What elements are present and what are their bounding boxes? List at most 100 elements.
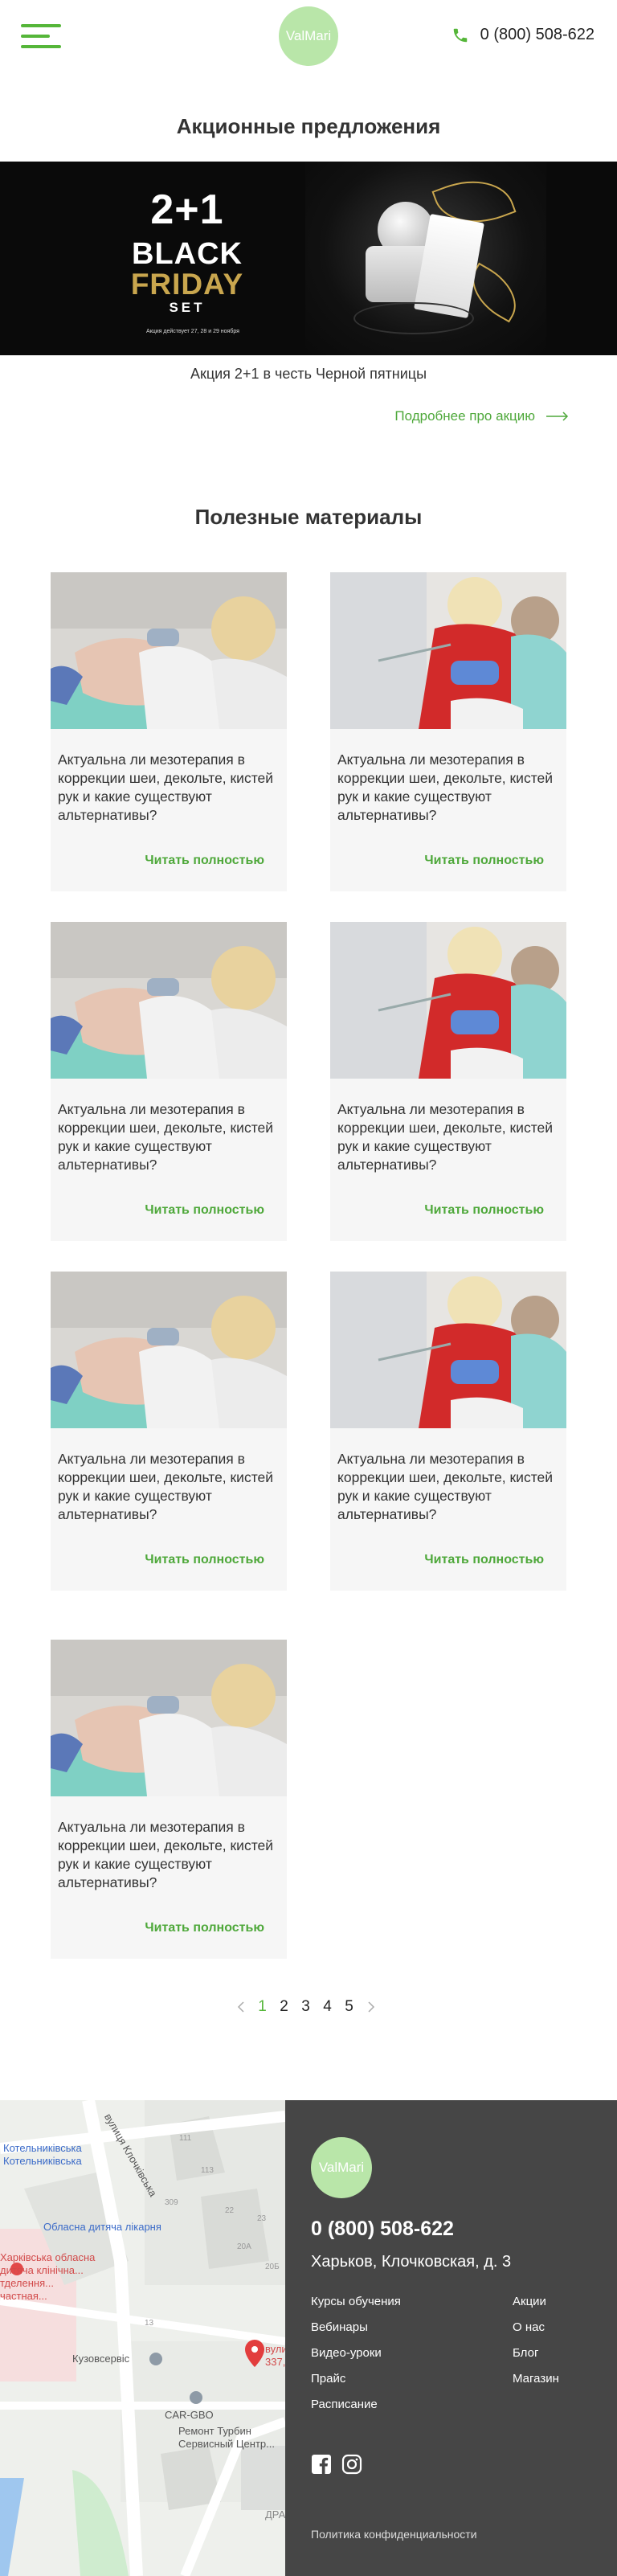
privacy-policy-link[interactable]: Политика конфиденциальности (311, 2528, 477, 2541)
read-more-link[interactable]: Читать полностью (145, 1921, 264, 1935)
article-card[interactable]: Актуальна ли мезотерапия в коррекции шеи… (330, 572, 566, 891)
banner-2plus1: 2+1 (150, 186, 224, 233)
promo-caption: Акция 2+1 в честь Черной пятницы (190, 366, 427, 382)
article-image[interactable] (51, 1640, 287, 1796)
article-photo-mesotherapy-procedure (330, 922, 566, 1079)
article-card[interactable]: Актуальна ли мезотерапия в коррекции шеи… (330, 922, 566, 1241)
prev-page-button[interactable] (230, 1996, 251, 2018)
footer-link-price[interactable]: Прайс (311, 2372, 345, 2386)
location-map[interactable]: 111 113 309 22 23 20А 20Б 13 вулиця Клоч… (0, 2100, 285, 2576)
article-photo-mesotherapy-patient (51, 1272, 287, 1428)
site-header: ValMari 0 (800) 508-622 (0, 0, 617, 74)
footer-link-webinars[interactable]: Вебинары (311, 2320, 368, 2334)
instagram-icon[interactable] (341, 2454, 362, 2475)
materials-section-title: Полезные материалы (194, 505, 423, 529)
map-place-label: частная... (0, 2290, 47, 2302)
page-1[interactable]: 1 (251, 1998, 273, 2016)
map-number: 20А (237, 2242, 251, 2251)
map-place-label: тделення... (0, 2277, 54, 2289)
arrow-right-icon (546, 412, 569, 421)
map-place-label: вули (265, 2343, 285, 2355)
article-card[interactable]: Актуальна ли мезотерапия в коррекции шеи… (51, 1272, 287, 1591)
footer-phone[interactable]: 0 (800) 508-622 (311, 2218, 454, 2241)
map-number: 113 (201, 2166, 214, 2175)
article-image[interactable] (51, 922, 287, 1079)
page-4[interactable]: 4 (317, 1998, 338, 2016)
article-title: Актуальна ли мезотерапия в коррекции шеи… (58, 752, 274, 823)
map-place-label: CAR-GBO (165, 2409, 214, 2421)
read-more-link[interactable]: Читать полностью (424, 854, 544, 868)
footer-link-schedule[interactable]: Расписание (311, 2398, 378, 2411)
article-title: Актуальна ли мезотерапия в коррекции шеи… (337, 1101, 554, 1173)
read-more-link[interactable]: Читать полностью (145, 854, 264, 868)
article-card[interactable]: Актуальна ли мезотерапия в коррекции шеи… (51, 922, 287, 1241)
map-number: 309 (165, 2198, 178, 2207)
article-card[interactable]: Актуальна ли мезотерапия в коррекции шеи… (330, 1272, 566, 1591)
map-place-label: Обласна дитяча лікарня (43, 2221, 161, 2233)
article-title: Актуальна ли мезотерапия в коррекции шеи… (58, 1451, 274, 1522)
footer-logo[interactable]: ValMari (311, 2137, 372, 2198)
promo-more-link[interactable]: Подробнее про акцию (394, 408, 569, 424)
promo-banner[interactable]: 2+1 BLACK FRIDAY SET Акция действует 27,… (0, 162, 617, 355)
map-number: 23 (257, 2214, 267, 2223)
map-number: 13 (145, 2319, 154, 2328)
map-number: 20Б (265, 2263, 280, 2271)
footer-address: Харьков, Клочковская, д. 3 (311, 2253, 512, 2271)
read-more-link[interactable]: Читать полностью (145, 1553, 264, 1567)
footer-link-blog[interactable]: Блог (513, 2346, 538, 2360)
map-place-label: дитяча клінічна... (0, 2264, 84, 2276)
article-photo-mesotherapy-patient (51, 922, 287, 1079)
promo-more-label: Подробнее про акцию (394, 408, 535, 424)
promo-section-title: Акционные предложения (176, 114, 441, 138)
article-image[interactable] (51, 572, 287, 729)
footer-link-courses[interactable]: Курсы обучения (311, 2295, 401, 2308)
next-page-button[interactable] (360, 1996, 382, 2018)
phone-number: 0 (800) 508-622 (480, 26, 595, 43)
chevron-right-icon (367, 2001, 374, 2013)
read-more-link[interactable]: Читать полностью (424, 1203, 544, 1218)
article-card[interactable]: Актуальна ли мезотерапия в коррекции шеи… (51, 1640, 287, 1959)
article-photo-mesotherapy-procedure (330, 572, 566, 729)
article-title: Актуальна ли мезотерапия в коррекции шеи… (337, 1451, 554, 1522)
article-photo-mesotherapy-patient (51, 572, 287, 729)
page-5[interactable]: 5 (338, 1998, 360, 2016)
banner-friday: FRIDAY (130, 268, 244, 301)
product-stand (353, 302, 474, 334)
map-number: 111 (179, 2134, 192, 2143)
phone-icon (453, 28, 467, 42)
banner-black: BLACK (132, 237, 243, 271)
article-image[interactable] (330, 1272, 566, 1428)
footer-link-promotions[interactable]: Акции (513, 2295, 546, 2308)
footer-panel: ValMari 0 (800) 508-622 Харьков, Клочков… (285, 2100, 617, 2576)
article-card[interactable]: Актуальна ли мезотерапия в коррекции шеи… (51, 572, 287, 891)
page-3[interactable]: 3 (295, 1998, 317, 2016)
footer-link-video-lessons[interactable]: Видео-уроки (311, 2346, 382, 2360)
map-number: 22 (225, 2206, 235, 2215)
read-more-link[interactable]: Читать полностью (424, 1553, 544, 1567)
article-title: Актуальна ли мезотерапия в коррекции шеи… (58, 1819, 274, 1890)
logo-text: ValMari (285, 28, 332, 43)
footer-link-about[interactable]: О нас (513, 2320, 545, 2334)
map-place-label: 337, (265, 2356, 285, 2368)
site-footer: 111 113 309 22 23 20А 20Б 13 вулиця Клоч… (0, 2100, 617, 2576)
footer-link-shop[interactable]: Магазин (513, 2372, 559, 2386)
header-phone[interactable]: 0 (800) 508-622 (452, 26, 595, 44)
read-more-link[interactable]: Читать полностью (145, 1203, 264, 1218)
article-image[interactable] (330, 922, 566, 1079)
logo[interactable]: ValMari (279, 6, 338, 66)
map-street-label: Котельниківська (3, 2155, 82, 2167)
map-place-label: Кузовсервіс (72, 2353, 130, 2365)
map-place-label: Сервисный Центр... (178, 2438, 275, 2450)
pagination: 1 2 3 4 5 (230, 1996, 382, 2018)
map-place-label: Ремонт Турбин (178, 2425, 251, 2437)
map-place-label: Харківська обласна (0, 2251, 96, 2263)
chevron-left-icon (237, 2001, 244, 2013)
facebook-icon[interactable] (311, 2454, 332, 2475)
article-image[interactable] (51, 1272, 287, 1428)
map-street-label: Котельниківська (3, 2142, 82, 2154)
article-photo-mesotherapy-procedure (330, 1272, 566, 1428)
map-place-label: ДРА (265, 2508, 285, 2521)
article-image[interactable] (330, 572, 566, 729)
page-2[interactable]: 2 (273, 1998, 295, 2016)
menu-burger-icon[interactable] (21, 23, 63, 50)
